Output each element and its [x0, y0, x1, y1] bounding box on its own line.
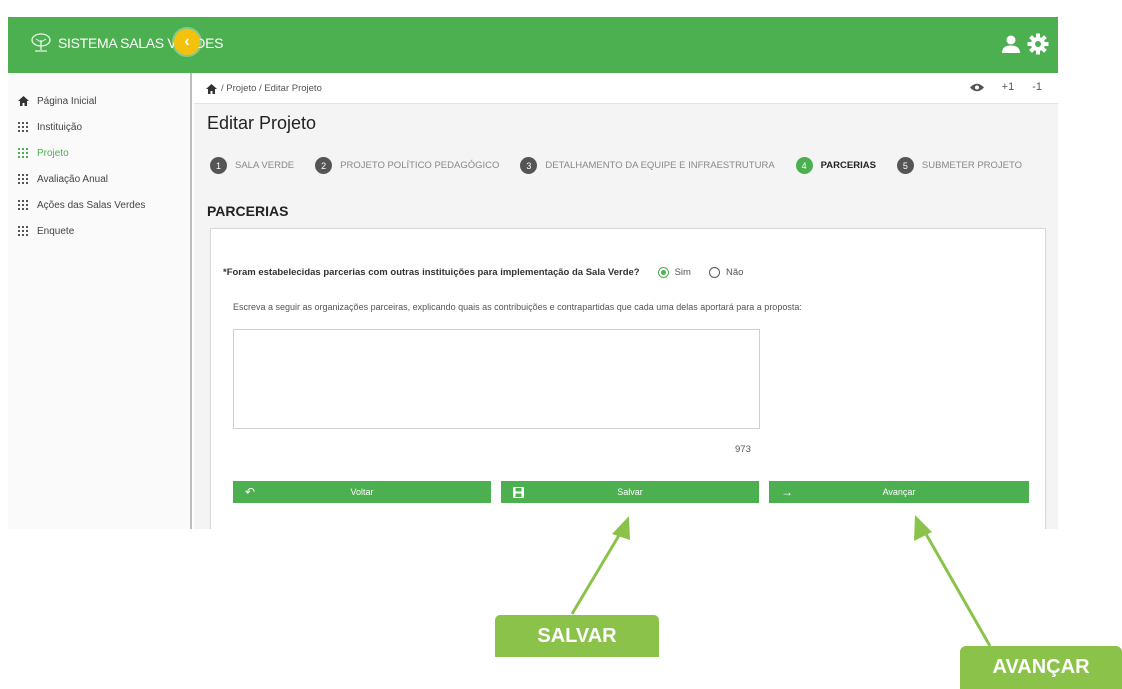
grid-icon	[17, 147, 29, 159]
step-number: 2	[315, 157, 333, 174]
step-label: PARCERIAS	[820, 160, 876, 171]
stepper: 1 SALA VERDE 2 PROJETO POLÍTICO PEDAGÓGI…	[210, 157, 1043, 174]
main-content: / Projeto / Editar Projeto +1 -1 Editar …	[194, 73, 1058, 529]
save-button[interactable]: Salvar	[501, 481, 759, 503]
sidebar-item-label: Projeto	[37, 147, 69, 159]
tree-logo-icon	[31, 33, 51, 52]
sidebar-item-label: Enquete	[37, 225, 75, 237]
grid-icon	[17, 225, 29, 237]
step-submeter-projeto[interactable]: 5 SUBMETER PROJETO	[896, 157, 1023, 174]
radio-label: Não	[725, 267, 744, 278]
sidebar: Página Inicial Instituição Projeto Avali…	[8, 73, 192, 529]
breadcrumb-bar: / Projeto / Editar Projeto +1 -1	[194, 73, 1058, 104]
sidebar-item-instituicao[interactable]: Instituição	[8, 114, 190, 140]
step-number: 4	[795, 157, 813, 174]
step-label: DETALHAMENTO DA EQUIPE E INFRAESTRUTURA	[545, 160, 775, 171]
sidebar-item-label: Página Inicial	[37, 95, 97, 107]
chevron-left-icon: ‹	[184, 33, 190, 50]
back-button[interactable]: ↶ Voltar	[233, 481, 491, 503]
undo-icon: ↶	[245, 485, 256, 499]
save-callout-label: SALVAR	[495, 615, 659, 657]
step-label: SUBMETER PROJETO	[921, 160, 1023, 171]
sidebar-item-enquete[interactable]: Enquete	[8, 218, 190, 244]
arrow-right-icon: →	[781, 485, 793, 499]
back-button-label: Voltar	[350, 487, 374, 497]
breadcrumb-text[interactable]: / Projeto / Editar Projeto	[221, 83, 322, 94]
step-number: 1	[210, 157, 227, 174]
radio-nao[interactable]: Não	[708, 267, 744, 278]
step-detalhamento-equipe[interactable]: 3 DETALHAMENTO DA EQUIPE E INFRAESTRUTUR…	[520, 157, 775, 174]
partnership-question: *Foram estabelecidas parcerias com outra…	[223, 267, 743, 278]
sidebar-collapse-button[interactable]: ‹	[174, 29, 200, 55]
floppy-disk-icon	[513, 486, 524, 498]
user-icon[interactable]	[1000, 33, 1022, 55]
next-callout-label: AVANÇAR	[960, 646, 1122, 689]
sidebar-item-projeto[interactable]: Projeto	[8, 140, 190, 166]
radio-label: Sim	[674, 267, 691, 278]
sidebar-item-avaliacao-anual[interactable]: Avaliação Anual	[8, 166, 190, 192]
char-counter: 973	[735, 444, 751, 455]
save-button-label: Salvar	[617, 487, 643, 497]
zoom-increase-button[interactable]: +1	[1002, 81, 1015, 93]
form-card: *Foram estabelecidas parcerias com outra…	[210, 228, 1046, 529]
next-button[interactable]: → Avançar	[769, 481, 1029, 503]
step-label: PROJETO POLÍTICO PEDAGÓGICO	[340, 160, 500, 171]
breadcrumb: / Projeto / Editar Projeto	[206, 83, 322, 94]
grid-icon	[17, 199, 29, 211]
home-icon	[17, 95, 29, 107]
sidebar-item-label: Avaliação Anual	[37, 173, 108, 185]
font-zoom-controls: +1 -1	[969, 81, 1042, 93]
grid-icon	[17, 121, 29, 133]
page-title: Editar Projeto	[207, 113, 317, 133]
section-title: PARCERIAS	[207, 203, 289, 219]
step-number: 5	[896, 157, 914, 174]
step-parcerias[interactable]: 4 PARCERIAS	[795, 157, 876, 174]
radio-sim[interactable]: Sim	[657, 267, 691, 278]
app-window: SISTEMA SALAS VERDES ‹ Página Inicial In…	[8, 17, 1058, 529]
arrow-to-next-button	[914, 515, 992, 647]
sidebar-item-label: Ações das Salas Verdes	[37, 199, 146, 211]
instructions-text: Escreva a seguir as organizações parceir…	[233, 302, 802, 312]
sidebar-item-acoes-salas-verdes[interactable]: Ações das Salas Verdes	[8, 192, 190, 218]
top-bar: SISTEMA SALAS VERDES ‹	[8, 17, 1058, 73]
step-label: SALA VERDE	[235, 160, 295, 171]
sidebar-item-label: Instituição	[37, 121, 83, 133]
radio-unselected-icon[interactable]	[708, 267, 720, 278]
question-text: *Foram estabelecidas parcerias com outra…	[223, 267, 640, 278]
grid-icon	[17, 173, 29, 185]
arrow-to-save-button	[570, 516, 630, 615]
step-number: 3	[520, 157, 538, 174]
gear-icon[interactable]	[1026, 32, 1050, 56]
partners-textarea[interactable]	[233, 329, 760, 429]
zoom-decrease-button[interactable]: -1	[1032, 81, 1042, 93]
next-button-label: Avançar	[882, 487, 916, 497]
radio-selected-icon[interactable]	[657, 267, 669, 278]
step-sala-verde[interactable]: 1 SALA VERDE	[210, 157, 294, 174]
eye-icon[interactable]	[969, 83, 984, 92]
step-projeto-politico-pedagogico[interactable]: 2 PROJETO POLÍTICO PEDAGÓGICO	[315, 157, 499, 174]
sidebar-item-pagina-inicial[interactable]: Página Inicial	[8, 88, 190, 114]
home-icon[interactable]	[206, 83, 217, 94]
